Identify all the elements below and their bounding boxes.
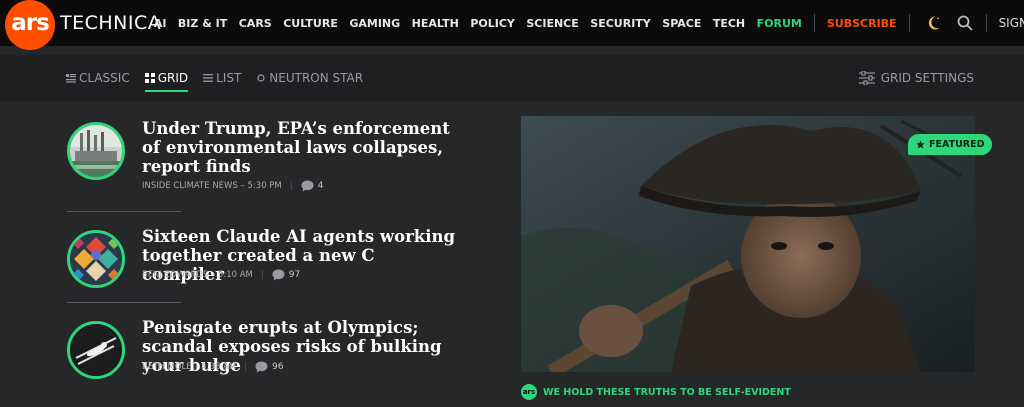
article-meta: INSIDE CLIMATE NEWS – 5:30 PM | 4 — [142, 180, 324, 192]
search-button[interactable] — [956, 14, 974, 32]
nav-item-culture[interactable]: CULTURE — [283, 17, 338, 30]
logo-circle: ars — [5, 0, 55, 50]
article-time: 5:10 AM — [217, 270, 253, 280]
nav-item-security[interactable]: SECURITY — [590, 17, 650, 30]
comment-bubble-icon — [255, 361, 268, 373]
neutron-star-icon — [256, 73, 266, 83]
nav-item-science[interactable]: SCIENCE — [526, 17, 578, 30]
comment-count: 96 — [272, 362, 284, 372]
nav-item-tech[interactable]: TECH — [713, 17, 745, 30]
article-separator — [67, 302, 181, 303]
nav-item-health[interactable]: HEALTH — [412, 17, 459, 30]
list-layout-icon — [203, 73, 214, 83]
factory-smokestacks-image — [70, 125, 122, 177]
featured-caption[interactable]: ars WE HOLD THESE TRUTHS TO BE SELF-EVID… — [521, 384, 791, 400]
view-option-label: NEUTRON STAR — [269, 71, 364, 85]
nav-divider — [908, 14, 910, 32]
nav-divider — [813, 14, 815, 32]
article-time: 5:30 PM — [247, 181, 282, 191]
comment-count: 97 — [288, 270, 301, 280]
sliders-icon — [858, 71, 875, 85]
grid-layout-icon — [144, 73, 155, 83]
subscribe-link[interactable]: SUBSCRIBE — [827, 17, 897, 30]
featured-caption-text: WE HOLD THESE TRUTHS TO BE SELF-EVIDENT — [543, 386, 791, 398]
article-title[interactable]: Under Trump, EPA’s enforcement of enviro… — [142, 119, 462, 176]
grid-settings-button[interactable]: GRID SETTINGS — [858, 55, 974, 101]
view-option-label: LIST — [216, 71, 242, 85]
featured-badge-label: FEATURED — [929, 139, 985, 150]
view-option-grid[interactable]: GRID — [144, 55, 189, 101]
comment-bubble-icon — [301, 180, 314, 192]
article-time: 4:38 AM — [201, 362, 237, 372]
logo-mark: ars — [11, 10, 50, 36]
classic-layout-icon — [66, 73, 76, 83]
top-navigation-bar: ars TECHNICA AI BIZ & IT CARS CULTURE GA… — [0, 0, 1024, 50]
article-source[interactable]: BENJ EDWARDS — [142, 270, 208, 280]
article-source[interactable]: INSIDE CLIMATE NEWS — [142, 181, 238, 191]
comment-count: 4 — [317, 181, 324, 191]
nav-item-ai[interactable]: AI — [154, 17, 167, 30]
nav-item-gaming[interactable]: GAMING — [349, 17, 400, 30]
ars-mini-logo-icon: ars — [521, 384, 537, 400]
grid-settings-label: GRID SETTINGS — [880, 71, 974, 85]
nav-item-cars[interactable]: CARS — [239, 17, 272, 30]
view-option-neutron-star[interactable]: NEUTRON STAR — [256, 55, 363, 101]
nav-item-space[interactable]: SPACE — [662, 17, 701, 30]
comments-link[interactable]: 96 — [255, 361, 284, 373]
tricorn-hat-man-photo — [521, 116, 975, 372]
view-option-label: GRID — [157, 71, 189, 85]
comments-link[interactable]: 97 — [272, 269, 300, 281]
nav-item-policy[interactable]: POLICY — [470, 17, 515, 30]
search-icon — [957, 15, 973, 31]
view-options: CLASSIC GRID LIST NEUTRON STAR — [66, 55, 378, 101]
nav-divider — [985, 14, 987, 32]
colorful-pattern-image — [70, 233, 122, 285]
layout-view-bar: CLASSIC GRID LIST NEUTRON STAR GRID SETT… — [0, 55, 1024, 101]
view-option-list[interactable]: LIST — [203, 55, 241, 101]
view-option-label: CLASSIC — [79, 71, 130, 85]
ski-jumper-image — [70, 324, 122, 376]
section-nav: AI BIZ & IT CARS CULTURE GAMING HEALTH P… — [142, 0, 1024, 46]
nav-item-biz-it[interactable]: BIZ & IT — [178, 17, 227, 30]
nav-item-forum[interactable]: FORUM — [757, 17, 802, 30]
view-option-classic[interactable]: CLASSIC — [66, 55, 130, 101]
featured-badge: FEATURED — [908, 134, 993, 155]
article-thumbnail[interactable] — [67, 230, 125, 288]
article-thumbnail[interactable] — [67, 321, 125, 379]
comment-bubble-icon — [272, 269, 285, 281]
moon-icon — [928, 16, 940, 30]
featured-story-image[interactable] — [521, 116, 975, 372]
article-meta: BETH MOLE – 4:38 AM | 96 — [142, 361, 284, 373]
article-source[interactable]: BETH MOLE — [142, 362, 192, 372]
article-thumbnail[interactable] — [67, 122, 125, 180]
dark-mode-toggle[interactable] — [924, 14, 942, 32]
star-icon — [916, 140, 925, 149]
article-separator — [67, 211, 181, 212]
article-meta: BENJ EDWARDS – 5:10 AM | 97 — [142, 269, 301, 281]
sign-in-link[interactable]: SIGN — [999, 16, 1024, 30]
comments-link[interactable]: 4 — [301, 180, 324, 192]
